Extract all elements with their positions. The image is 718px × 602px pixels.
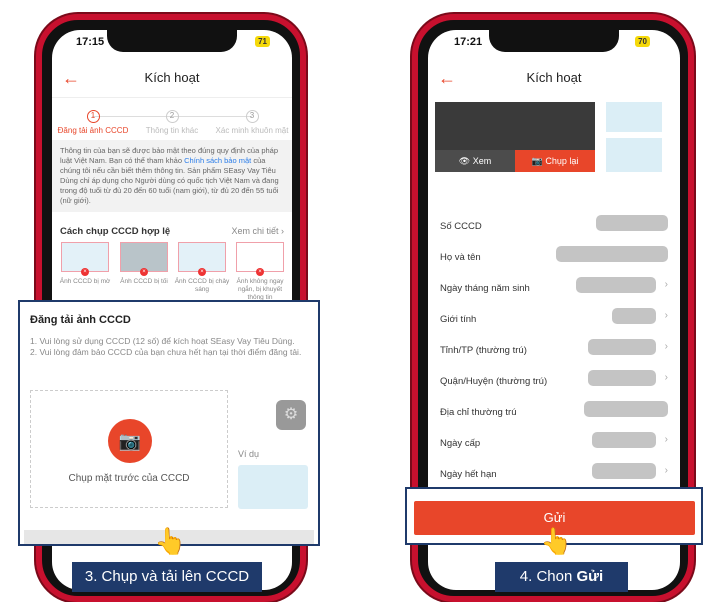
pointer-hand-icon: 👆: [540, 526, 573, 556]
field-value-redacted: [556, 246, 668, 262]
header: ← Kích hoạt: [428, 60, 680, 98]
retake-photo-button[interactable]: 📷 Chụp lại: [515, 150, 595, 172]
id-card-front-thumb: [606, 138, 662, 172]
battery-level: 70: [635, 36, 650, 47]
error-icon: ×: [198, 268, 206, 276]
id-card-back-thumb: [606, 102, 662, 132]
chevron-right-icon: ›: [664, 310, 668, 321]
status-time: 17:21: [454, 36, 483, 48]
example-label: Ví dụ: [238, 449, 260, 459]
error-icon: ×: [81, 268, 89, 276]
notch: [107, 30, 237, 52]
guide-caption: Ảnh CCCD bị mờ: [59, 278, 111, 285]
form-row: Họ và tên: [440, 243, 668, 273]
example-id-card-image: [238, 465, 308, 509]
battery-level: 71: [255, 36, 270, 47]
privacy-info: Thông tin của bạn sẽ được bảo mật theo đ…: [52, 140, 292, 212]
field-value-redacted: [588, 339, 656, 355]
view-photo-button[interactable]: 👁 Xem: [435, 150, 515, 172]
field-label: Họ và tên: [440, 252, 481, 263]
form-row[interactable]: Ngày hết hạn ›: [440, 460, 668, 490]
capture-front-button[interactable]: 📷 Chụp mặt trước của CCCD: [30, 390, 228, 508]
form-row[interactable]: Ngày cấp ›: [440, 429, 668, 459]
page-title: Kích hoạt: [144, 70, 200, 85]
step-3-caption: 3. Chụp và tải lên CCCD: [72, 562, 262, 592]
error-icon: ×: [140, 268, 148, 276]
form-row[interactable]: Giới tính ›: [440, 305, 668, 335]
field-label: Địa chỉ thường trú: [440, 407, 517, 418]
form-row[interactable]: Quận/Huyện (thường trú) ›: [440, 367, 668, 397]
step-2: 2 Thông tin khác: [145, 110, 199, 135]
field-label: Ngày cấp: [440, 438, 481, 449]
view-details-link[interactable]: Xem chi tiết ›: [231, 226, 284, 236]
field-label: Quận/Huyện (thường trú): [440, 376, 548, 387]
step-1: 1 Đăng tải ảnh CCCD: [57, 110, 129, 135]
step-4-caption: 4. Chon Gửi: [495, 562, 628, 592]
privacy-policy-link[interactable]: Chính sách bảo mật: [184, 156, 251, 165]
page-title: Kích hoạt: [526, 70, 582, 85]
field-value-redacted: [592, 463, 656, 479]
field-label: Ngày tháng năm sinh: [440, 283, 530, 294]
panel-title: Đăng tải ảnh CCCD: [30, 314, 131, 326]
step-3: 3 Xác minh khuôn mặt: [215, 110, 289, 135]
status-time: 17:15: [76, 36, 105, 48]
form-row[interactable]: Tỉnh/TP (thường trú) ›: [440, 336, 668, 366]
camera-icon: 📷: [108, 419, 152, 463]
guide-caption: Ảnh CCCD bị chảy sáng: [174, 278, 230, 293]
chevron-right-icon: ›: [664, 434, 668, 445]
guide-title: Cách chụp CCCD hợp lệ: [60, 226, 171, 237]
field-value-redacted: [592, 432, 656, 448]
field-value-redacted: [596, 215, 668, 231]
guide-caption: Ảnh CCCD bị tối: [120, 278, 168, 285]
error-icon: ×: [256, 268, 264, 276]
guide-caption: Ảnh không ngay ngắn, bị khuyết thông tin: [236, 278, 284, 301]
field-value-redacted: [576, 277, 656, 293]
field-value-redacted: [612, 308, 656, 324]
field-value-redacted: [584, 401, 668, 417]
field-label: Ngày hết hạn: [440, 469, 497, 480]
upload-panel-callout: Đăng tải ảnh CCCD 1. Vui lòng sử dụng CC…: [18, 300, 320, 546]
form-row: Địa chỉ thường trú: [440, 398, 668, 428]
form-row: Số CCCD: [440, 212, 668, 242]
field-value-redacted: [588, 370, 656, 386]
chevron-right-icon: ›: [664, 465, 668, 476]
form-row[interactable]: Ngày tháng năm sinh ›: [440, 274, 668, 304]
field-label: Số CCCD: [440, 221, 482, 232]
settings-icon[interactable]: ⚙: [276, 400, 306, 430]
panel-notes: 1. Vui lòng sử dụng CCCD (12 số) để kích…: [30, 336, 302, 357]
chevron-right-icon: ›: [664, 341, 668, 352]
field-label: Giới tính: [440, 314, 477, 325]
notch: [489, 30, 619, 52]
header: ← Kích hoạt: [52, 60, 292, 98]
pointer-hand-icon: 👆: [154, 526, 187, 556]
field-label: Tỉnh/TP (thường trú): [440, 345, 527, 356]
chevron-right-icon: ›: [664, 372, 668, 383]
capture-label: Chụp mặt trước của CCCD: [68, 473, 190, 484]
chevron-right-icon: ›: [664, 279, 668, 290]
